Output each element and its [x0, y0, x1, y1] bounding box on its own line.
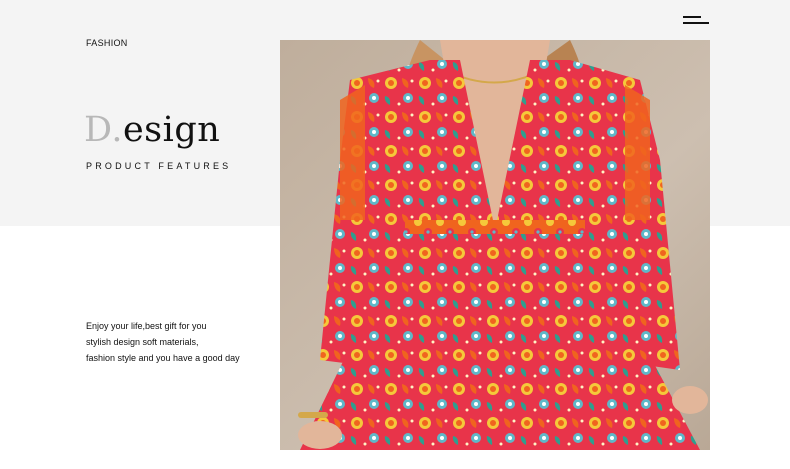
section-subtitle: PRODUCT FEATURES — [86, 161, 232, 171]
title-initial: D. — [84, 110, 123, 150]
product-photo — [280, 40, 710, 450]
description-line: Enjoy your life,best gift for you — [86, 321, 207, 331]
title-rest: esign — [122, 110, 221, 150]
category-label: FASHION — [86, 38, 128, 48]
dress-illustration — [280, 40, 710, 450]
section-title: D.esign — [84, 108, 220, 152]
description-line: fashion style and you have a good day — [86, 353, 240, 363]
description-text: Enjoy your life,best gift for you stylis… — [86, 318, 276, 366]
description-line: stylish design soft materials, — [86, 337, 199, 347]
hamburger-menu-icon[interactable] — [683, 16, 709, 26]
